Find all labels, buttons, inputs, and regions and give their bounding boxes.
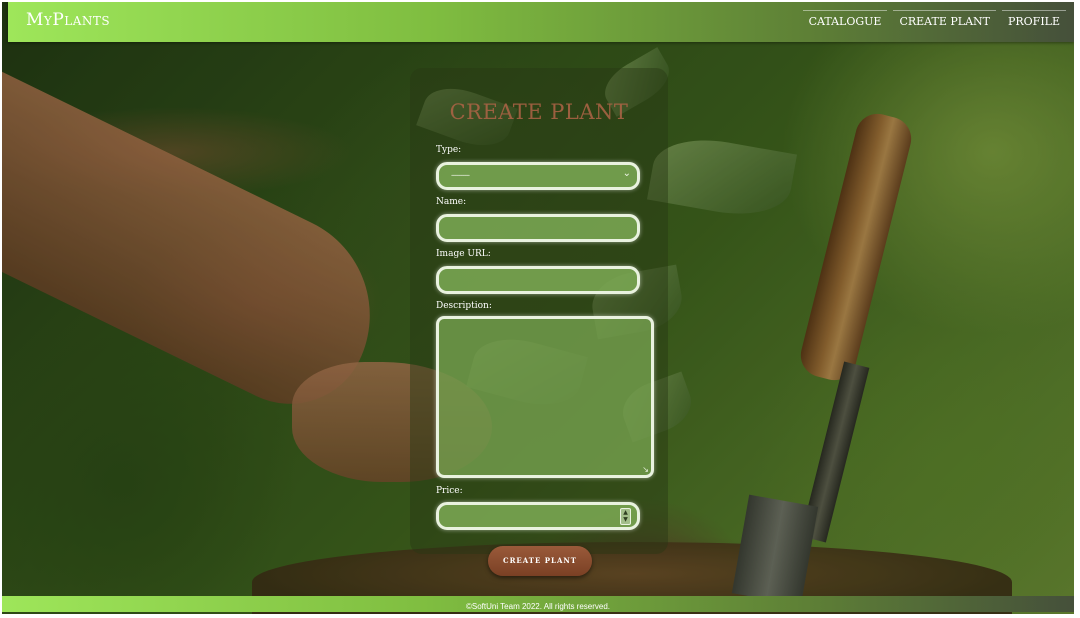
name-input[interactable] — [449, 220, 629, 238]
page-footer: ©SoftUni Team 2022. All rights reserved. — [2, 596, 1074, 612]
image-url-field-wrap — [436, 266, 640, 294]
price-label: Price: — [436, 486, 463, 496]
price-input[interactable] — [449, 508, 613, 526]
image-url-label: Image URL: — [436, 249, 491, 259]
nav-catalogue-link[interactable]: CATALOGUE — [802, 10, 888, 33]
chevron-down-icon: ⌄ — [622, 168, 631, 179]
create-plant-form-panel — [410, 68, 668, 554]
name-field-wrap — [436, 214, 640, 242]
form-title: CREATE PLANT — [449, 100, 629, 124]
nav-links: CATALOGUE CREATE PLANT PROFILE — [802, 10, 1066, 33]
brand-logo[interactable]: MyPlants — [26, 10, 110, 30]
nav-create-plant-link[interactable]: CREATE PLANT — [893, 10, 996, 33]
create-plant-button[interactable]: CREATE PLANT — [488, 546, 592, 576]
type-label: Type: — [436, 145, 462, 155]
description-label: Description: — [436, 301, 492, 311]
image-url-input[interactable] — [449, 272, 629, 290]
price-field-wrap: ▲ ▼ — [436, 502, 640, 530]
resize-grip-icon[interactable]: ↘ — [642, 465, 649, 474]
name-label: Name: — [436, 197, 467, 207]
number-spinner-icon[interactable]: ▲ ▼ — [620, 508, 631, 525]
form-title-wrap: CREATE PLANT — [410, 100, 668, 124]
nav-profile-link[interactable]: PROFILE — [1001, 10, 1066, 33]
footer-copyright: ©SoftUni Team 2022. All rights reserved. — [465, 602, 611, 611]
description-textarea[interactable]: ↘ — [436, 316, 654, 478]
type-select-value: --------- — [451, 170, 470, 180]
top-navbar: MyPlants CATALOGUE CREATE PLANT PROFILE — [8, 2, 1074, 42]
type-select[interactable]: --------- ⌄ — [436, 162, 640, 190]
